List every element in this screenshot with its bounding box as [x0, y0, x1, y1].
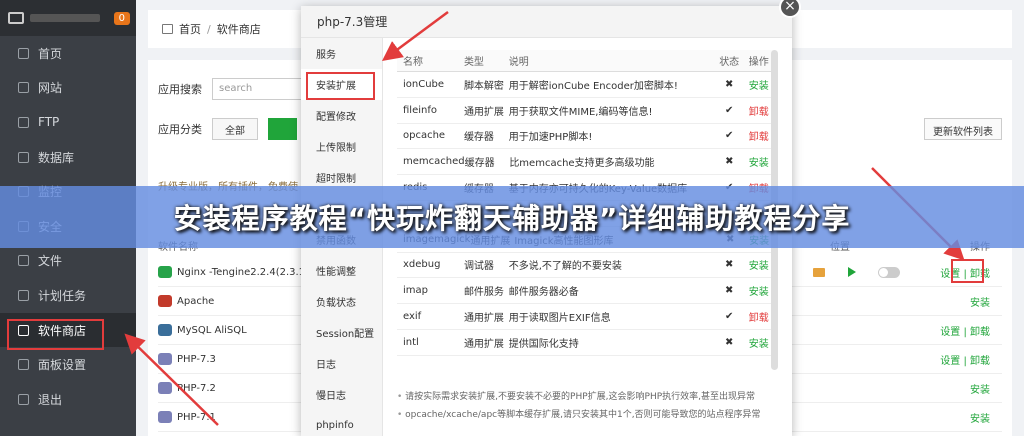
arrow-to-store [124, 333, 219, 426]
title-banner: 安装程序教程“快玩炸翻天辅助器”详细辅助教程分享 [0, 186, 1024, 248]
banner-title: 安装程序教程“快玩炸翻天辅助器”详细辅助教程分享 [173, 202, 851, 235]
arrow-to-install-ext [381, 10, 449, 61]
